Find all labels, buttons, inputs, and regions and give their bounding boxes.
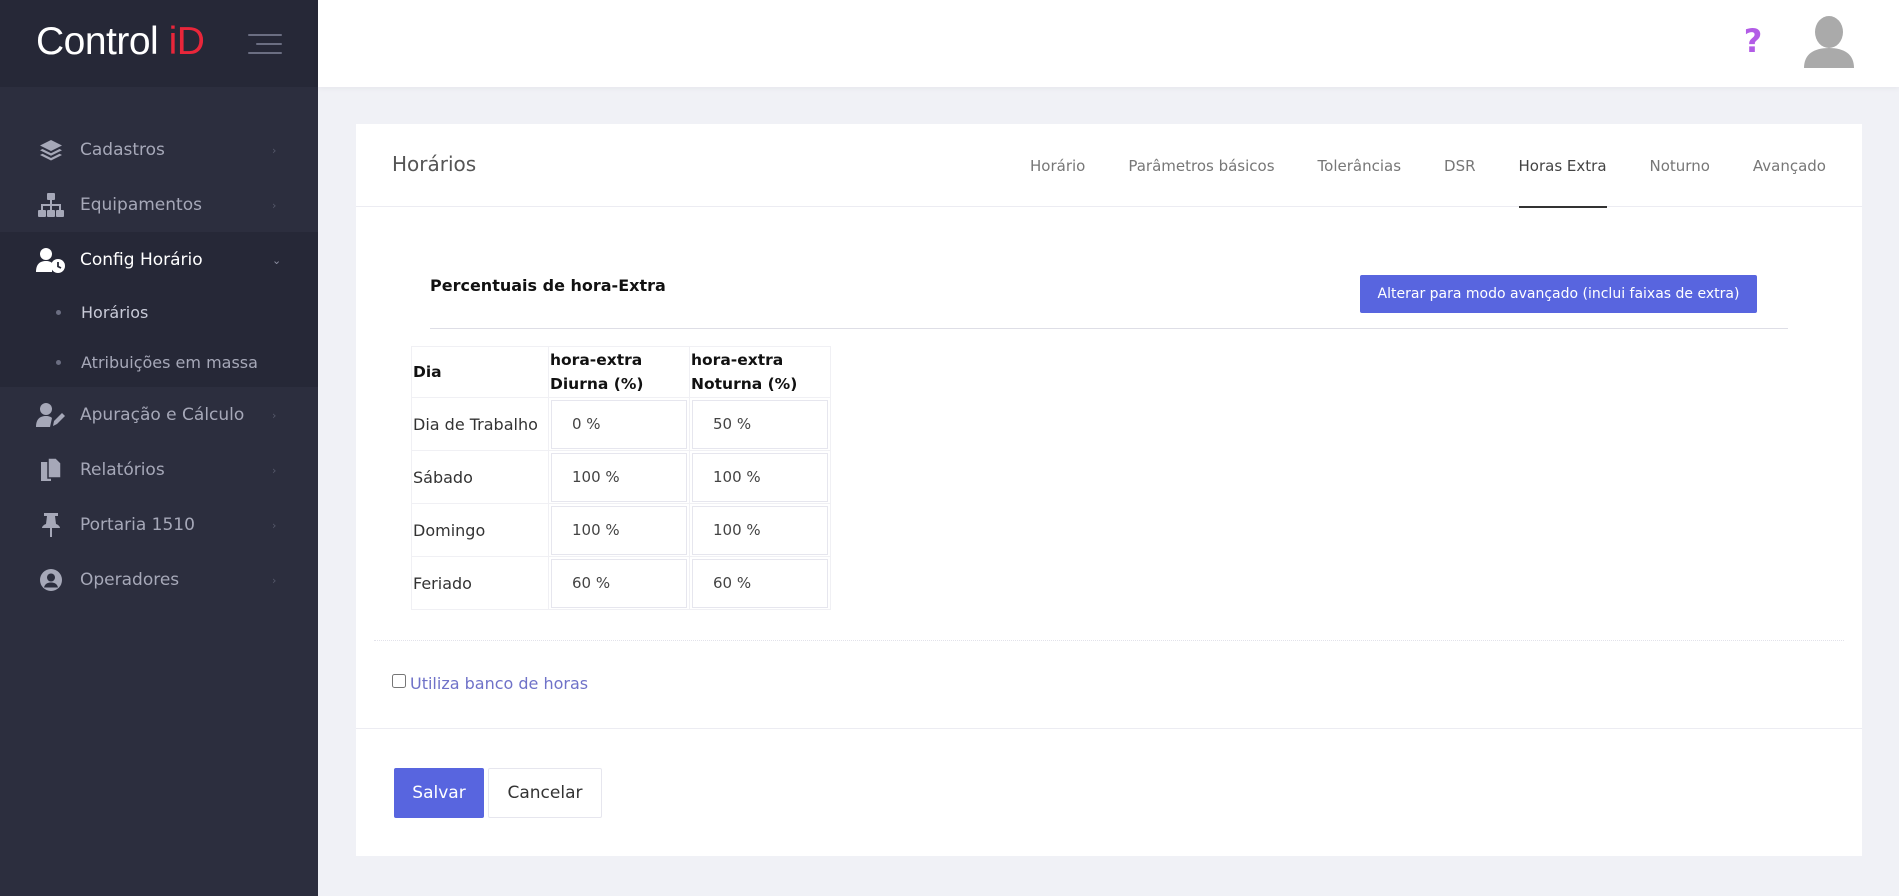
tab-horas-extra[interactable]: Horas Extra — [1518, 124, 1607, 208]
sidebar-item-relatorios[interactable]: Relatórios › — [0, 442, 318, 497]
sidebar-item-cadastros[interactable]: Cadastros › — [0, 122, 318, 177]
table-row: Domingo — [411, 503, 831, 557]
topbar: ? — [318, 0, 1899, 87]
copy-icon — [36, 456, 66, 484]
tabs: Horário Parâmetros básicos Tolerâncias D… — [987, 124, 1826, 208]
sidebar-item-label: Apuração e Cálculo — [80, 404, 245, 425]
diurna-percent-input[interactable] — [551, 452, 687, 502]
table-row: Dia de Trabalho — [411, 397, 831, 451]
thumbtack-icon — [36, 511, 66, 539]
dotted-divider — [374, 640, 1844, 641]
chevron-right-icon: › — [272, 409, 277, 422]
tab-avancado[interactable]: Avançado — [1753, 124, 1826, 207]
chevron-right-icon: › — [272, 199, 277, 212]
bank-hours-checkbox[interactable] — [392, 673, 406, 688]
sidebar-item-label: Cadastros — [80, 139, 165, 160]
day-label: Dia de Trabalho — [411, 397, 549, 451]
sidebar-item-label: Relatórios — [80, 459, 165, 480]
brand-bar: Control iD — [0, 0, 318, 87]
day-label: Domingo — [411, 503, 549, 557]
tab-dsr[interactable]: DSR — [1444, 124, 1476, 207]
advanced-mode-button[interactable]: Alterar para modo avançado (inclui faixa… — [1360, 275, 1757, 313]
diurna-percent-input[interactable] — [551, 399, 687, 449]
header-line: hora-extra — [550, 351, 643, 369]
help-icon[interactable]: ? — [1738, 22, 1768, 62]
avatar[interactable] — [1802, 14, 1856, 70]
sidebar-item-label: Equipamentos — [80, 194, 202, 215]
tab-noturno[interactable]: Noturno — [1650, 124, 1710, 207]
schedule-card: Horários Horário Parâmetros básicos Tole… — [356, 124, 1862, 856]
brand-text-accent: iD — [168, 20, 205, 63]
page-title: Horários — [392, 152, 477, 176]
sidebar-item-label: Config Horário — [80, 249, 203, 270]
sidebar-item-portaria[interactable]: Portaria 1510 › — [0, 497, 318, 552]
sidebar: Control iD Cadastros › Equipamentos › Co… — [0, 0, 318, 896]
layers-icon — [36, 136, 66, 164]
sidebar-group-config-horario: Config Horário ⌄ Horários Atribuições em… — [0, 232, 318, 387]
sidebar-item-apuracao[interactable]: Apuração e Cálculo › — [0, 387, 318, 442]
day-label: Sábado — [411, 450, 549, 504]
sidebar-nav: Cadastros › Equipamentos › Config Horári… — [0, 122, 318, 607]
cancel-button[interactable]: Cancelar — [488, 768, 602, 818]
brand-text: Control — [36, 20, 169, 63]
chevron-right-icon: › — [272, 464, 277, 477]
footer-divider — [356, 728, 1862, 729]
sidebar-item-label: Operadores — [80, 569, 180, 590]
chevron-right-icon: › — [272, 519, 277, 532]
noturna-percent-input[interactable] — [692, 452, 828, 502]
sidebar-subitem-label: Horários — [81, 302, 149, 322]
sitemap-icon — [36, 191, 66, 219]
table-header-row: Dia hora-extra Diurna (%) hora-extra Notur… — [411, 346, 831, 398]
brand-logo[interactable]: Control iD — [36, 20, 205, 64]
save-button[interactable]: Salvar — [394, 768, 484, 818]
noturna-percent-input[interactable] — [692, 558, 828, 608]
bullet-icon — [56, 309, 61, 315]
chevron-right-icon: › — [272, 574, 277, 587]
table-row: Sábado — [411, 450, 831, 504]
noturna-percent-input[interactable] — [692, 399, 828, 449]
card-header: Horários Horário Parâmetros básicos Tole… — [356, 124, 1862, 208]
diurna-percent-input[interactable] — [551, 558, 687, 608]
tab-parametros-basicos[interactable]: Parâmetros básicos — [1128, 124, 1274, 207]
section-title: Percentuais de hora-Extra — [430, 276, 666, 295]
tab-horario[interactable]: Horário — [1030, 124, 1085, 207]
menu-toggle-icon[interactable] — [248, 34, 282, 54]
bank-hours-label[interactable]: Utiliza banco de horas — [410, 674, 588, 693]
header-line: Diurna (%) — [550, 375, 644, 393]
sidebar-subitem-horarios[interactable]: Horários — [0, 287, 318, 337]
chevron-right-icon: › — [272, 144, 277, 157]
sidebar-item-label: Portaria 1510 — [80, 514, 195, 535]
sidebar-subitem-atribuicoes[interactable]: Atribuições em massa — [0, 337, 318, 387]
tab-tolerancias[interactable]: Tolerâncias — [1318, 124, 1401, 207]
table-row: Feriado — [411, 556, 831, 610]
divider — [430, 328, 1788, 329]
diurna-percent-input[interactable] — [551, 505, 687, 555]
column-header-noturna: hora-extra Noturna (%) — [689, 346, 831, 398]
sidebar-item-equipamentos[interactable]: Equipamentos › — [0, 177, 318, 232]
header-line: Noturna (%) — [691, 375, 798, 393]
sidebar-subitem-label: Atribuições em massa — [81, 352, 258, 372]
user-edit-icon — [36, 401, 66, 429]
user-circle-icon — [36, 566, 66, 594]
sidebar-item-config-horario[interactable]: Config Horário ⌄ — [0, 232, 318, 287]
overtime-table: Dia hora-extra Diurna (%) hora-extra Notur… — [411, 346, 831, 610]
header-line: hora-extra — [691, 351, 784, 369]
bank-hours-option[interactable]: Utiliza banco de horas — [392, 668, 588, 693]
column-header-diurna: hora-extra Diurna (%) — [548, 346, 690, 398]
day-label: Feriado — [411, 556, 549, 610]
user-clock-icon — [36, 246, 66, 274]
column-header-day: Dia — [411, 346, 549, 398]
sidebar-item-operadores[interactable]: Operadores › — [0, 552, 318, 607]
bullet-icon — [56, 359, 61, 365]
chevron-down-icon: ⌄ — [272, 254, 282, 267]
noturna-percent-input[interactable] — [692, 505, 828, 555]
